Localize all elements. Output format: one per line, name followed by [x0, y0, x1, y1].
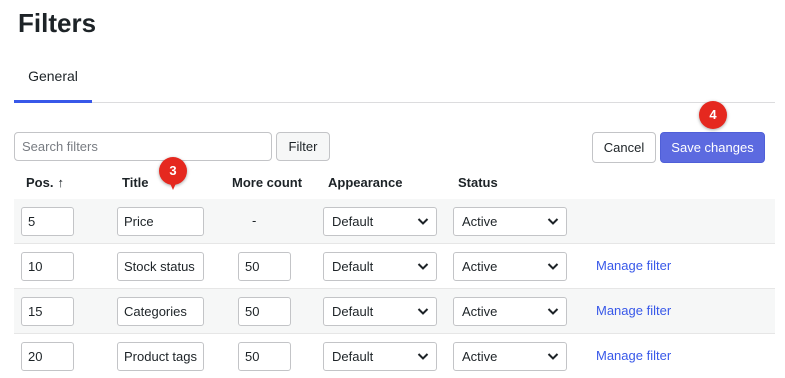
- step-badge-3: 3: [159, 157, 187, 190]
- position-input[interactable]: [21, 342, 74, 371]
- table-row: - Default Active: [14, 199, 775, 244]
- chevron-down-icon: [417, 353, 429, 360]
- status-select[interactable]: Active: [453, 342, 567, 371]
- position-input[interactable]: [21, 207, 74, 236]
- appearance-select-value: Default: [332, 259, 374, 274]
- chevron-down-icon: [417, 218, 429, 225]
- appearance-select-value: Default: [332, 214, 374, 229]
- status-select-value: Active: [462, 304, 498, 319]
- appearance-select-value: Default: [332, 304, 374, 319]
- filter-button[interactable]: Filter: [276, 132, 330, 161]
- step-badge-4: 4: [699, 101, 727, 129]
- chevron-down-icon: [417, 308, 429, 315]
- search-input[interactable]: [14, 132, 272, 161]
- title-input[interactable]: [117, 207, 204, 236]
- more-count-input[interactable]: [238, 342, 291, 371]
- manage-filter-link[interactable]: Manage filter: [596, 303, 671, 318]
- more-count-input[interactable]: [238, 297, 291, 326]
- appearance-select[interactable]: Default: [323, 207, 437, 236]
- manage-filter-link[interactable]: Manage filter: [596, 258, 671, 273]
- chevron-down-icon: [547, 263, 559, 270]
- status-select-value: Active: [462, 349, 498, 364]
- position-input[interactable]: [21, 297, 74, 326]
- status-select-value: Active: [462, 214, 498, 229]
- save-changes-button[interactable]: Save changes: [660, 132, 765, 163]
- chevron-down-icon: [547, 308, 559, 315]
- appearance-select-value: Default: [332, 349, 374, 364]
- arrow-up-icon: ↑: [57, 175, 64, 190]
- column-header-title: Title: [122, 175, 149, 190]
- status-select[interactable]: Active: [453, 297, 567, 326]
- more-count-input[interactable]: [238, 252, 291, 281]
- title-input[interactable]: [117, 252, 204, 281]
- appearance-select[interactable]: Default: [323, 297, 437, 326]
- column-header-pos-label: Pos.: [26, 175, 54, 190]
- table-row: Default Active Manage filter: [14, 289, 775, 334]
- chevron-down-icon: [547, 353, 559, 360]
- appearance-select[interactable]: Default: [323, 342, 437, 371]
- column-header-status: Status: [458, 175, 498, 190]
- page-title: Filters: [18, 8, 97, 38]
- tab-bar: General: [14, 60, 775, 103]
- column-header-appearance: Appearance: [328, 175, 403, 190]
- column-header-pos[interactable]: Pos. ↑: [26, 175, 64, 190]
- appearance-select[interactable]: Default: [323, 252, 437, 281]
- more-count-value: -: [252, 213, 257, 228]
- column-header-more-count: More count: [232, 175, 303, 190]
- table-row: Default Active Manage filter: [14, 244, 775, 289]
- title-input[interactable]: [117, 297, 204, 326]
- cancel-button[interactable]: Cancel: [592, 132, 656, 163]
- manage-filter-link[interactable]: Manage filter: [596, 348, 671, 363]
- status-select[interactable]: Active: [453, 207, 567, 236]
- title-input[interactable]: [117, 342, 204, 371]
- chevron-down-icon: [417, 263, 429, 270]
- table-row: Default Active Manage filter: [14, 334, 775, 378]
- position-input[interactable]: [21, 252, 74, 281]
- status-select[interactable]: Active: [453, 252, 567, 281]
- status-select-value: Active: [462, 259, 498, 274]
- chevron-down-icon: [547, 218, 559, 225]
- tab-general[interactable]: General: [14, 60, 92, 103]
